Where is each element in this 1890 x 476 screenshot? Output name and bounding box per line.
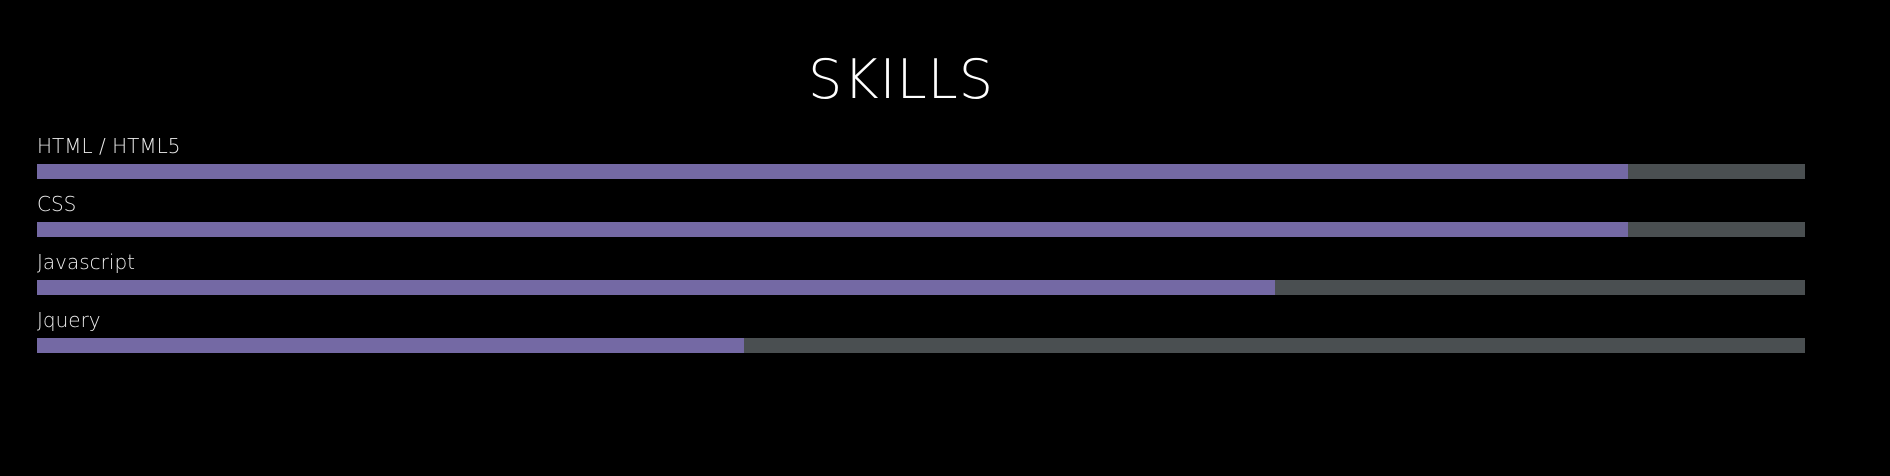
skill-list: HTML / HTML5 CSS Javascript Jquery [37,134,1805,366]
skill-label: Jquery [37,308,101,332]
skill-progress-track [37,222,1805,237]
skill-progress-track [37,164,1805,179]
skill-item-javascript: Javascript [37,250,1805,308]
skill-progress-track [37,338,1805,353]
skill-progress-fill [37,222,1629,237]
skill-item-jquery: Jquery [37,308,1805,366]
skill-item-html: HTML / HTML5 [37,134,1805,192]
skill-progress-track [37,280,1805,295]
skill-label: HTML / HTML5 [37,134,181,158]
skill-item-css: CSS [37,192,1805,250]
skill-progress-fill [37,164,1629,179]
section-title: SKILLS [807,48,995,111]
skills-section: SKILLS HTML / HTML5 CSS Javascript Jquer… [0,0,1890,476]
skill-progress-fill [37,280,1275,295]
skill-label: Javascript [37,250,135,274]
skill-label: CSS [37,192,77,216]
skill-progress-fill [37,338,745,353]
